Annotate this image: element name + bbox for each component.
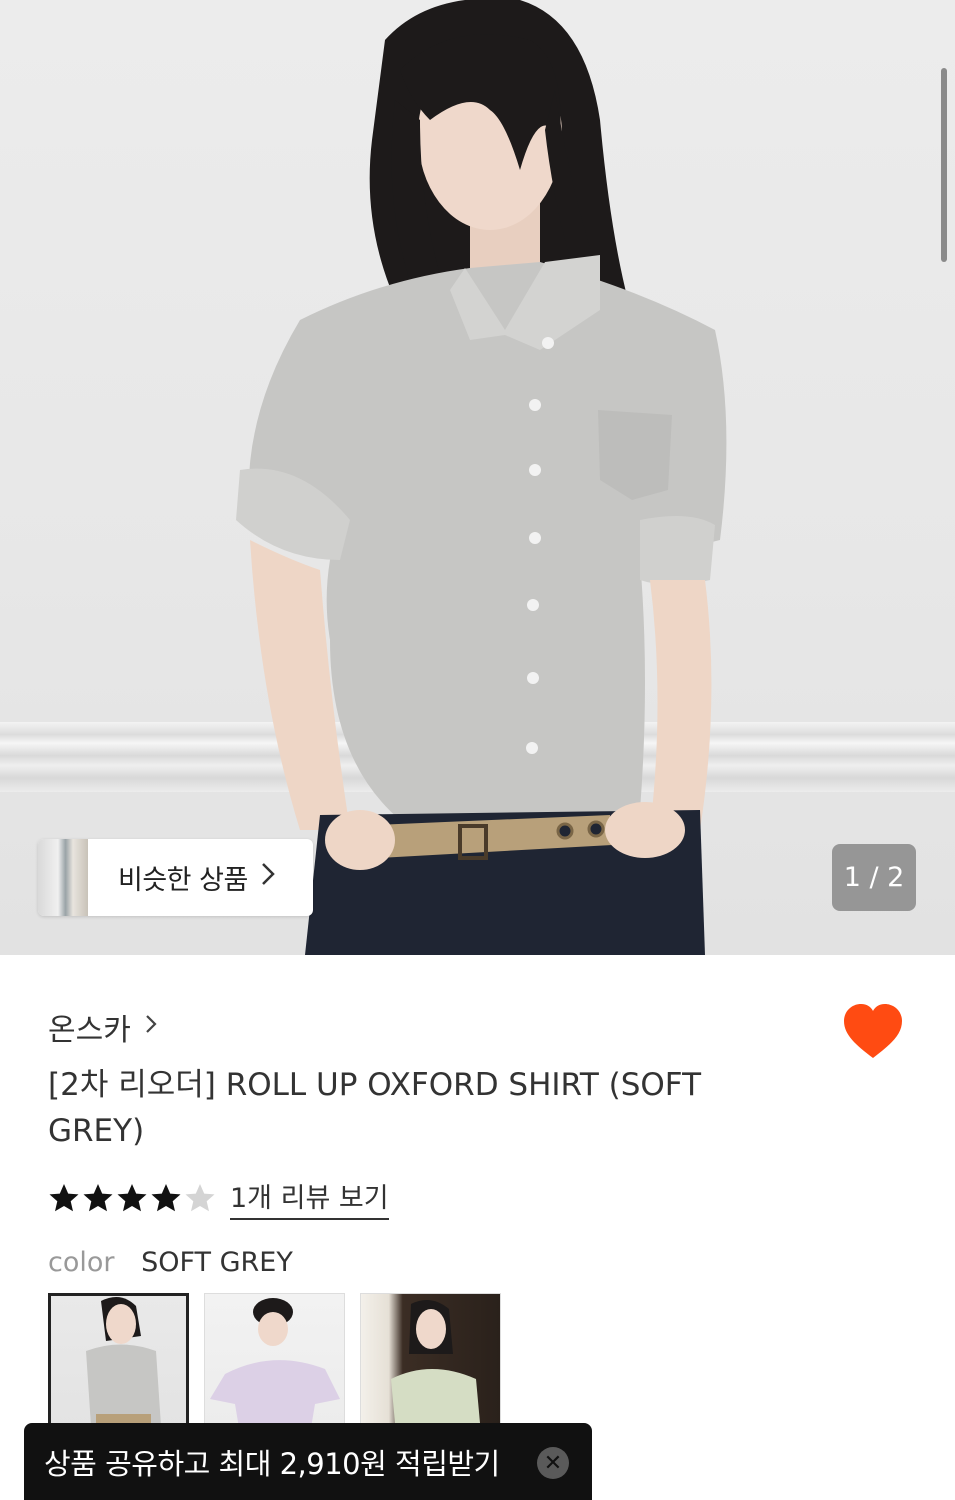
pager-text: 1 / 2 [843,862,905,893]
share-reward-toast[interactable]: 상품 공유하고 최대 2,910원 적립받기 ✕ [24,1423,592,1500]
star-empty-icon [185,1184,215,1212]
model-photo [236,0,727,955]
scrollbar[interactable] [941,68,947,262]
product-image-carousel[interactable]: 비슷한 상품 1 / 2 [0,0,955,955]
wishlist-button[interactable] [842,1002,904,1062]
color-value: SOFT GREY [141,1247,293,1278]
toast-text: 상품 공유하고 최대 2,910원 적립받기 [44,1446,500,1481]
star-icon [49,1184,79,1212]
similar-products-label: 비슷한 상품 [118,865,248,896]
color-row: color SOFT GREY [48,1247,293,1278]
product-title: [2차 리오더] ROLL UP OXFORD SHIRT (SOFT GREY… [48,1067,702,1149]
chevron-right-icon [145,1012,157,1042]
rating-stars [48,1182,216,1214]
product-rating: 1개 리뷰 보기 [48,1176,389,1220]
heart-icon [844,1004,902,1058]
brand-link[interactable]: 온스카 [48,1005,157,1049]
close-icon[interactable]: ✕ [537,1447,569,1479]
image-pager: 1 / 2 [832,844,916,911]
color-label: color [48,1247,115,1278]
review-link[interactable]: 1개 리뷰 보기 [230,1176,389,1220]
chevron-right-icon [260,861,276,894]
star-icon [151,1184,181,1212]
star-icon [83,1184,113,1212]
brand-name: 온스카 [48,1013,131,1048]
similar-products-thumbnail [38,839,88,916]
star-icon [117,1184,147,1212]
similar-products-button[interactable]: 비슷한 상품 [38,839,313,916]
